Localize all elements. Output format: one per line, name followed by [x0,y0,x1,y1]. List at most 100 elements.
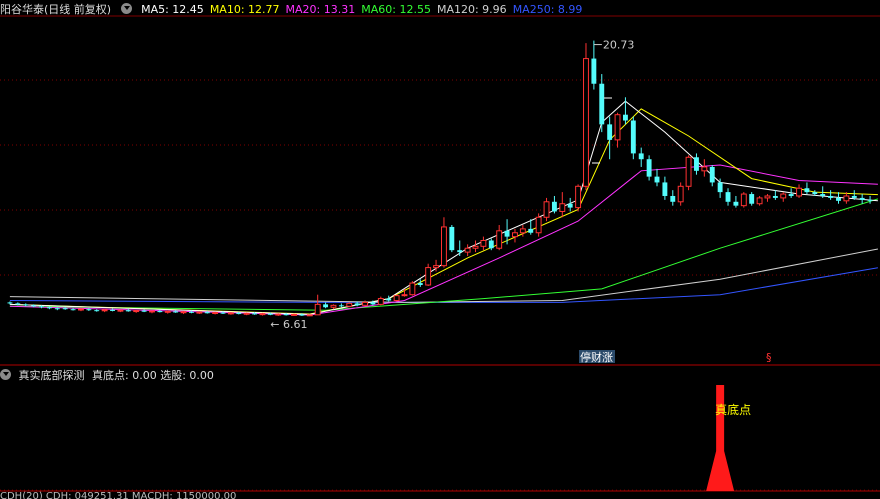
candle-body [504,230,510,237]
candle-body [149,310,155,313]
candle-body [449,226,455,251]
candle-body [519,228,526,234]
candle-body [599,83,605,125]
candle-body [386,298,392,301]
candle-body [117,309,124,312]
candle-body [772,195,778,198]
candle-body [843,195,850,202]
candle-body [78,308,84,311]
candle-body [212,311,219,314]
high-price-label: 20.73 [603,39,635,52]
candle-body [125,310,131,312]
candle-body [15,303,21,305]
candle-body [638,153,644,160]
signal-bar [706,385,735,491]
candle-body [677,185,684,203]
candle-body [31,305,37,307]
candle-body [607,124,613,140]
chart-window: { "header": { "title": "阳谷华泰(日线 前复权)", "… [0,0,880,499]
candle-body [94,310,100,312]
candle-body [362,301,368,306]
candle-body [496,230,503,249]
candle-body [417,283,423,286]
candle-body [314,303,321,316]
candle-body [488,240,494,249]
candle-body [740,193,747,207]
candle-body [543,201,550,218]
candle-body [377,298,384,305]
candle-body [709,166,715,183]
candle-body [164,310,171,313]
candle-body [820,194,826,196]
candle-body [401,294,408,297]
candle-body [425,267,432,286]
candle-body [694,157,699,171]
candle-body [227,312,234,315]
candle-body [354,303,360,306]
candle-body [646,159,652,177]
candle-body [306,314,313,317]
candle-body [204,312,210,314]
candle-body [188,311,194,313]
candle-body [141,310,147,312]
candle-body [101,309,108,312]
candle-body [575,185,582,209]
candle-body [133,310,140,313]
candle-body [220,312,226,314]
candle-body [157,310,163,313]
candle-body [252,313,258,315]
footer-text: CDH(20) CDH: 049251.31 MACDH: 1150000.00 [0,491,237,499]
candle-body [567,203,573,208]
candle-body [859,197,865,200]
candle-body [110,309,115,311]
candle-body [7,302,13,304]
candle-body [851,195,857,198]
candle-body [180,311,187,314]
candle-body [46,307,52,309]
candle-body [756,197,763,205]
candle-body [780,193,787,199]
candle-body [259,313,266,316]
candle-body [440,226,447,267]
candle-body [283,314,289,316]
candle-body [670,195,676,202]
candle-body [54,308,60,310]
candle-body [630,120,636,154]
candle-body [433,265,440,269]
candle-body [173,311,179,313]
candlestick-chart[interactable]: 20.73 ← 6.61 停财涨 § 真底点 [0,0,880,499]
candle-body [654,176,660,183]
candle-body [836,197,841,201]
event-tag: 停财涨 [580,350,613,364]
candle-body [472,245,479,249]
candle-body [267,313,273,315]
candle-body [701,166,708,172]
candle-body [749,194,755,204]
candle-body [662,182,668,196]
candle-body [480,239,487,247]
candle-body [733,201,739,206]
candle-body [717,182,723,193]
candle-body [236,312,242,315]
event-tag-2: § [766,351,772,364]
candle-body [330,304,337,308]
candle-body [393,295,400,301]
candle-body [535,216,542,234]
candle-body [828,195,834,198]
candle-body [409,282,416,296]
candle-body [338,305,344,307]
candle-body [243,312,250,315]
candle-body [591,58,597,84]
candle-body [685,156,692,187]
signal-label: 真底点 [715,402,751,417]
candle-body [62,308,68,310]
candle-body [512,232,518,238]
candle-body [622,114,628,121]
candle-body [86,309,92,311]
candle-body [804,188,810,193]
candle-body [370,302,376,305]
candle-body [583,58,589,187]
candle-body [323,304,329,308]
candle-body [291,313,297,316]
candle-body [812,192,818,195]
